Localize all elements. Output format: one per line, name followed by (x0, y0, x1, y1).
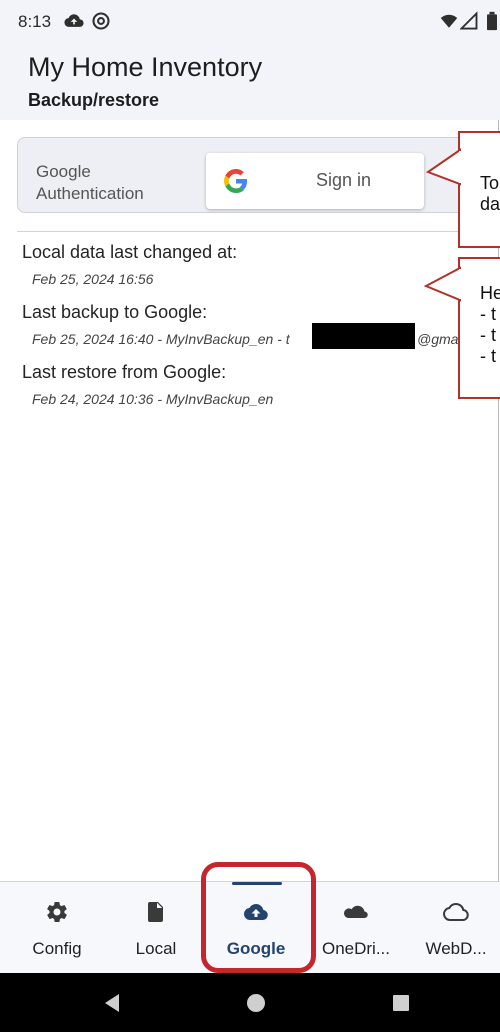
local-changed-label: Local data last changed at: (22, 242, 238, 262)
onedrive-cloud-icon (343, 905, 368, 918)
local-changed-value: Feb 25, 2024 16:56 (32, 271, 154, 287)
gear-icon (47, 902, 67, 923)
nav-item-config[interactable]: Config (7, 882, 107, 973)
last-restore-value: Feb 24, 2024 10:36 - MyInvBackup_en (32, 391, 274, 407)
last-backup-email-tail: @gmai (417, 331, 462, 347)
sign-in-label: Sign in (316, 170, 372, 190)
status-bar: 8:13 (0, 0, 500, 40)
nav-item-webdav[interactable]: WebD... (406, 882, 500, 973)
nav-label: Google (226, 939, 286, 958)
system-nav-bar (0, 973, 500, 1032)
google-logo-icon (224, 169, 248, 193)
bottom-nav: Config Local Google OneDri... WebD... (0, 882, 500, 973)
nav-label: OneDri... (321, 939, 391, 958)
nav-item-google[interactable]: Google (206, 882, 306, 973)
app-header: My Home Inventory Backup/restore (0, 40, 500, 120)
nav-item-onedrive[interactable]: OneDri... (306, 882, 406, 973)
status-time: 8:13 (18, 12, 52, 31)
signal-icon (460, 11, 478, 30)
page-subtitle: Backup/restore (28, 90, 160, 110)
auth-label: Google Authentication (36, 162, 144, 203)
cloud-outline-icon (443, 902, 469, 921)
nav-item-local[interactable]: Local (106, 882, 206, 973)
last-backup-label: Last backup to Google: (22, 302, 208, 322)
last-restore-label: Last restore from Google: (22, 362, 227, 382)
callout-tooltip: He - t - t - t (458, 257, 500, 399)
divider (17, 231, 500, 232)
recents-icon[interactable] (390, 992, 412, 1014)
last-backup-value: Feb 25, 2024 16:40 - MyInvBackup_en - t (32, 331, 290, 347)
cloud-upload-icon (64, 14, 84, 27)
callout-tooltip: To da (458, 131, 500, 248)
callout-pointer (423, 266, 463, 302)
wifi-icon (440, 14, 458, 28)
nav-label: Config (32, 939, 82, 958)
redacted-email (312, 323, 415, 349)
nav-label: WebD... (425, 939, 487, 958)
cloud-upload-icon (244, 904, 268, 920)
file-icon (148, 902, 163, 922)
page-title: My Home Inventory (28, 52, 263, 82)
battery-icon (487, 11, 497, 31)
nav-label: Local (135, 939, 177, 958)
home-icon[interactable] (245, 992, 267, 1014)
callout-pointer (425, 148, 463, 186)
sync-circle-icon (92, 12, 110, 30)
back-icon[interactable] (101, 992, 123, 1014)
google-sign-in-button[interactable]: Sign in (206, 153, 424, 209)
